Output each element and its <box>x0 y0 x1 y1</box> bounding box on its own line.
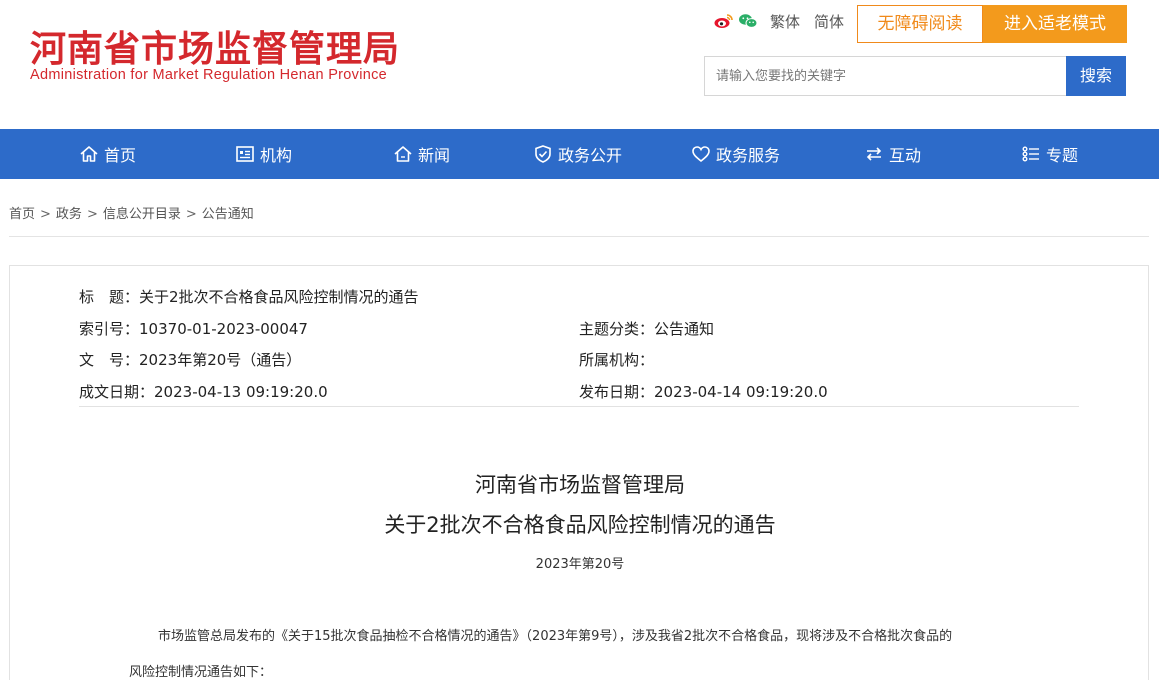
shield-icon <box>535 145 551 163</box>
meta-divider <box>79 406 1079 407</box>
breadcrumb-info-catalog[interactable]: 信息公开目录 <box>103 207 181 222</box>
lang-simplified-link[interactable]: 简体 <box>814 11 844 32</box>
nav-label: 政务服务 <box>716 146 781 165</box>
elder-mode-button[interactable]: 进入适老模式 <box>983 5 1127 43</box>
top-links: 繁体 简体 <box>714 10 850 32</box>
nav-label: 互动 <box>889 146 922 165</box>
breadcrumb-notices[interactable]: 公告通知 <box>202 207 254 222</box>
lang-traditional-link[interactable]: 繁体 <box>770 11 800 32</box>
breadcrumb-separator: > <box>86 207 98 222</box>
article-doc-number: 2023年第20号 <box>535 557 625 572</box>
meta-topic: 主题分类：公告通知 <box>579 318 714 339</box>
main-nav: 首页 机构 新闻 政务公开 政务服务 互动 专题 <box>0 129 1159 179</box>
heart-icon <box>692 146 710 163</box>
news-icon <box>394 146 412 162</box>
site-logo-title[interactable]: 河南省市场监督管理局 <box>30 20 400 72</box>
meta-org-label: 所属机构： <box>579 351 655 369</box>
article-paragraph: 风险控制情况通告如下： <box>129 665 273 680</box>
nav-label: 新闻 <box>418 146 451 165</box>
meta-published-value: 2023-04-14 09:19:20.0 <box>654 383 828 401</box>
weibo-icon[interactable] <box>714 13 734 29</box>
nav-item-topics[interactable]: 专题 <box>1021 129 1078 179</box>
breadcrumb-gov[interactable]: 政务 <box>56 207 82 222</box>
meta-topic-label: 主题分类： <box>579 320 655 338</box>
meta-published: 发布日期：2023-04-14 09:19:20.0 <box>579 381 828 402</box>
article-title-org: 河南省市场监督管理局 <box>475 473 685 497</box>
org-icon <box>236 146 254 162</box>
site-logo-subtitle: Administration for Market Regulation Hen… <box>30 67 388 83</box>
nav-item-news[interactable]: 新闻 <box>393 129 450 179</box>
home-icon <box>80 146 98 162</box>
breadcrumb: 首页 > 政务 > 信息公开目录 > 公告通知 <box>9 203 254 222</box>
meta-created: 成文日期：2023-04-13 09:19:20.0 <box>79 381 328 402</box>
list-icon <box>1022 146 1039 162</box>
meta-title-value: 关于2批次不合格食品风险控制情况的通告 <box>139 288 419 306</box>
meta-index-value: 10370-01-2023-00047 <box>139 320 308 338</box>
meta-created-value: 2023-04-13 09:19:20.0 <box>154 383 328 401</box>
meta-title-label: 标 题： <box>79 288 140 306</box>
meta-index: 索引号：10370-01-2023-00047 <box>79 318 308 339</box>
search-input[interactable] <box>704 56 1066 96</box>
nav-item-interaction[interactable]: 互动 <box>864 129 921 179</box>
meta-docno: 文 号：2023年第20号（通告） <box>79 349 301 370</box>
wechat-icon[interactable] <box>738 13 758 29</box>
article-paragraph: 市场监管总局发布的《关于15批次食品抽检不合格情况的通告》（2023年第9号），… <box>158 629 953 644</box>
breadcrumb-divider <box>9 236 1149 237</box>
site-header: 河南省市场监督管理局 Administration for Market Reg… <box>0 0 1159 129</box>
breadcrumb-separator: > <box>185 207 197 222</box>
search-button[interactable]: 搜索 <box>1066 56 1126 96</box>
nav-label: 专题 <box>1046 146 1079 165</box>
meta-topic-value: 公告通知 <box>654 320 715 338</box>
nav-item-gov-service[interactable]: 政务服务 <box>691 129 780 179</box>
meta-org: 所属机构： <box>579 349 654 370</box>
meta-created-label: 成文日期： <box>79 383 155 401</box>
meta-docno-value: 2023年第20号（通告） <box>139 351 302 369</box>
nav-item-home[interactable]: 首页 <box>79 129 136 179</box>
breadcrumb-separator: > <box>40 207 51 222</box>
exchange-icon <box>866 147 882 161</box>
article-title: 关于2批次不合格食品风险控制情况的通告 <box>384 513 776 537</box>
accessible-reading-button[interactable]: 无障碍阅读 <box>857 5 983 43</box>
nav-label: 机构 <box>260 146 293 165</box>
meta-index-label: 索引号： <box>79 320 140 338</box>
breadcrumb-home[interactable]: 首页 <box>9 207 35 222</box>
meta-docno-label: 文 号： <box>79 351 140 369</box>
article-panel: 标 题：关于2批次不合格食品风险控制情况的通告 索引号：10370-01-202… <box>9 265 1149 680</box>
meta-title: 标 题：关于2批次不合格食品风险控制情况的通告 <box>79 286 419 307</box>
nav-label: 首页 <box>104 146 137 165</box>
meta-published-label: 发布日期： <box>579 383 655 401</box>
nav-item-org[interactable]: 机构 <box>235 129 292 179</box>
nav-label: 政务公开 <box>558 146 623 165</box>
nav-item-gov-affairs[interactable]: 政务公开 <box>533 129 622 179</box>
